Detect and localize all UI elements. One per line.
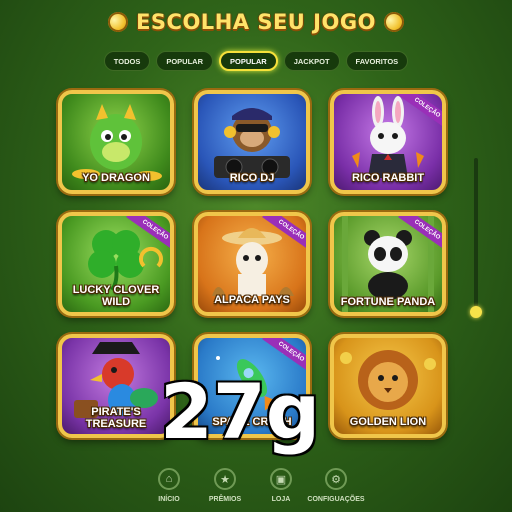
nav-item-configuacoes[interactable]: ⚙ CONFIGUAÇÕES bbox=[296, 468, 376, 503]
game-tile-lucky-clover-wild[interactable]: COLEÇÃO LUCKY CLOVER WILD bbox=[58, 212, 174, 316]
home-icon: ⌂ bbox=[158, 468, 180, 490]
coin-icon bbox=[105, 9, 131, 35]
game-title: PIRATE'S TREASURE bbox=[85, 406, 147, 430]
game-title: YO DRAGON bbox=[82, 172, 150, 184]
nav-label: CONFIGUAÇÕES bbox=[307, 496, 365, 503]
scrollbar-track[interactable] bbox=[474, 158, 478, 314]
game-tile-pirates-treasure[interactable]: PIRATE'S TREASURE bbox=[58, 334, 174, 438]
page-header: ESCOLHA SEU JOGO bbox=[0, 6, 512, 38]
shop-icon: ▣ bbox=[270, 468, 292, 490]
tab-popular[interactable]: POPULAR bbox=[156, 51, 214, 71]
game-tile-fortune-panda[interactable]: COLEÇÃO FORTUNE PANDA bbox=[330, 212, 446, 316]
tab-todos[interactable]: TODOS bbox=[103, 51, 151, 71]
bottom-nav: ⌂ INÍCIO ★ PRÊMIOS ▣ LOJA ⚙ CONFIGUAÇÕES bbox=[0, 462, 512, 512]
scrollbar-thumb[interactable] bbox=[470, 306, 482, 318]
game-tile-rico-dj[interactable]: RICO DJ bbox=[194, 90, 310, 194]
game-title: ALPACA PAYS bbox=[214, 294, 290, 306]
game-tile-alpaca-pays[interactable]: COLEÇÃO ALPACA PAYS bbox=[194, 212, 310, 316]
game-title: FORTUNE PANDA bbox=[340, 296, 436, 308]
tab-favoritos[interactable]: FAVORITOS bbox=[345, 51, 409, 71]
overlay-text: 27g bbox=[160, 367, 321, 456]
game-tile-golden-lion[interactable]: GOLDEN LION bbox=[330, 334, 446, 438]
page-title: ESCOLHA SEU JOGO bbox=[136, 10, 376, 34]
gear-icon: ⚙ bbox=[325, 468, 347, 490]
trophy-icon: ★ bbox=[214, 468, 236, 490]
category-tabs: TODOS POPULAR POPULAR JACKPOT FAVORITOS bbox=[0, 51, 512, 71]
coin-icon bbox=[381, 9, 407, 35]
game-tile-rico-rabbit[interactable]: COLEÇÃO RICO RABBIT bbox=[330, 90, 446, 194]
game-tile-yo-dragon[interactable]: YO DRAGON bbox=[58, 90, 174, 194]
game-title: RICO DJ bbox=[229, 172, 275, 184]
tab-jackpot[interactable]: JACKPOT bbox=[283, 51, 340, 71]
game-title: GOLDEN LION bbox=[349, 416, 427, 428]
tab-popular-active[interactable]: POPULAR bbox=[219, 51, 278, 71]
game-title: RICO RABBIT bbox=[351, 172, 425, 184]
game-title: LUCKY CLOVER WILD bbox=[72, 284, 160, 308]
